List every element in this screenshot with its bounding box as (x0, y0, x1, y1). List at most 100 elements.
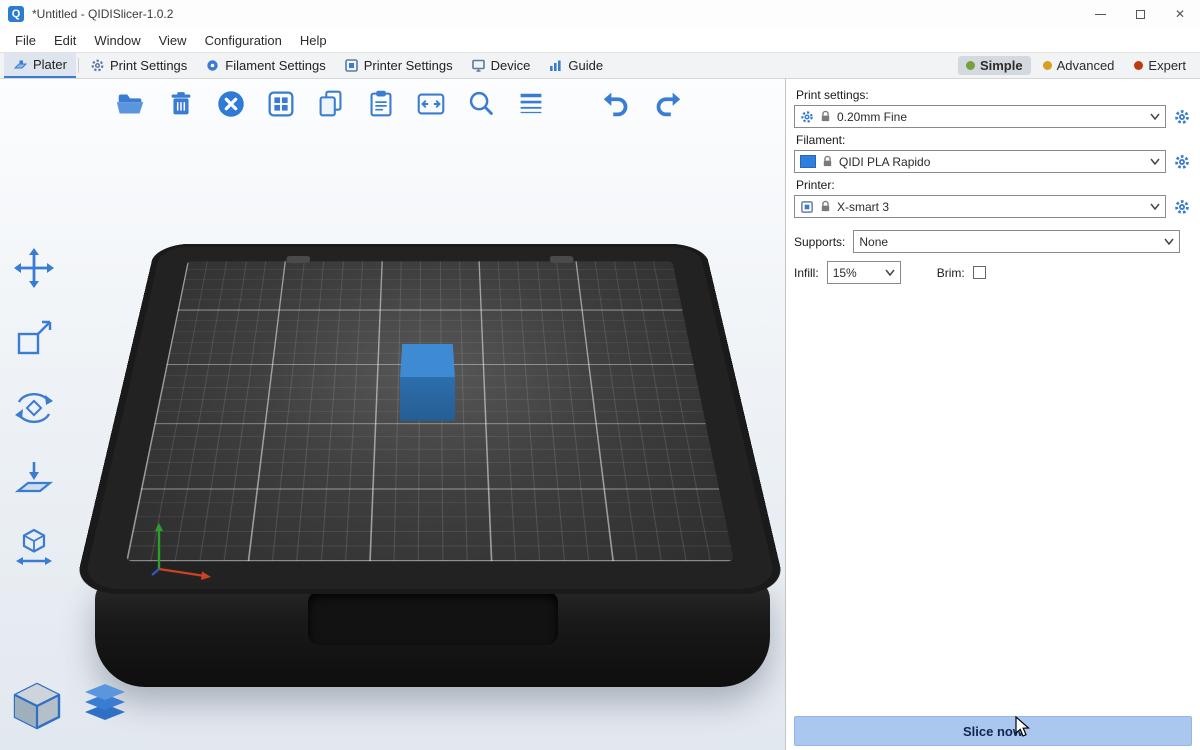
brim-label: Brim: (937, 266, 965, 280)
printer-icon (344, 58, 359, 73)
lock-icon (821, 155, 834, 168)
3d-viewport[interactable] (0, 79, 785, 750)
filament-row: QIDI PLA Rapido (794, 150, 1192, 173)
chevron-down-icon (885, 269, 895, 276)
tab-print-settings[interactable]: Print Settings (81, 53, 196, 78)
model-cube-top-face[interactable] (400, 344, 455, 378)
print-settings-combo[interactable]: 0.20mm Fine (794, 105, 1166, 128)
supports-combo[interactable]: None (853, 230, 1180, 253)
add-button[interactable] (112, 85, 150, 123)
mode-expert[interactable]: Expert (1126, 56, 1194, 75)
menu-configuration[interactable]: Configuration (196, 28, 291, 52)
cut-tool-button[interactable] (8, 524, 60, 572)
place-on-face-tool-button[interactable] (8, 454, 60, 502)
tab-filament-settings-label: Filament Settings (225, 58, 325, 73)
scale-tool-button[interactable] (8, 314, 60, 362)
top-toolbar (112, 85, 686, 123)
plate-clip-right (550, 256, 574, 263)
brim-checkbox[interactable] (973, 266, 986, 279)
maximize-button[interactable] (1120, 0, 1160, 28)
tab-plater[interactable]: Plater (4, 53, 76, 78)
arrange-button[interactable] (262, 85, 300, 123)
mode-advanced[interactable]: Advanced (1035, 56, 1123, 75)
editor-view-button[interactable] (8, 677, 66, 735)
copy-button[interactable] (312, 85, 350, 123)
chevron-down-icon (1150, 113, 1160, 120)
tab-device-label: Device (491, 58, 531, 73)
guide-icon (548, 58, 563, 73)
rotate-icon (12, 386, 56, 430)
edit-print-settings-button[interactable] (1172, 106, 1192, 128)
close-button[interactable]: ✕ (1160, 0, 1200, 28)
supports-value: None (859, 235, 888, 249)
redo-icon (650, 87, 684, 121)
tab-printer-settings[interactable]: Printer Settings (335, 53, 462, 78)
move-tool-button[interactable] (8, 244, 60, 292)
undo-icon (600, 87, 634, 121)
open-folder-icon (114, 87, 148, 121)
trash-icon (164, 87, 198, 121)
print-settings-label: Print settings: (796, 88, 1192, 102)
preview-view-button[interactable] (76, 677, 134, 735)
tab-guide-label: Guide (568, 58, 603, 73)
axis-gizmo-icon (145, 517, 223, 583)
place-on-face-icon (12, 456, 56, 500)
filament-value: QIDI PLA Rapido (839, 155, 930, 169)
menu-file[interactable]: File (6, 28, 45, 52)
menu-help[interactable]: Help (291, 28, 336, 52)
delete-all-button[interactable] (212, 85, 250, 123)
device-icon (471, 58, 486, 73)
gear-icon (90, 58, 105, 73)
tab-printer-settings-label: Printer Settings (364, 58, 453, 73)
printer-combo[interactable]: X-smart 3 (794, 195, 1166, 218)
filament-label: Filament: (796, 133, 1192, 147)
title-bar: Q *Untitled - QIDISlicer-1.0.2 ✕ (0, 0, 1200, 28)
printer-row: X-smart 3 (794, 195, 1192, 218)
lock-icon (819, 110, 832, 123)
slice-now-button[interactable]: Slice now (794, 716, 1192, 746)
tab-separator (78, 58, 79, 73)
minimize-button[interactable] (1080, 0, 1120, 28)
left-toolbar (8, 244, 60, 572)
redo-button[interactable] (648, 85, 686, 123)
copy-icon (314, 87, 348, 121)
edit-filament-button[interactable] (1172, 151, 1192, 173)
mode-simple[interactable]: Simple (958, 56, 1031, 75)
qidislicer-window: Q *Untitled - QIDISlicer-1.0.2 ✕ File Ed… (0, 0, 1200, 750)
plater-icon (13, 57, 28, 72)
rotate-tool-button[interactable] (8, 384, 60, 432)
delete-button[interactable] (162, 85, 200, 123)
search-button[interactable] (462, 85, 500, 123)
infill-combo[interactable]: 15% (827, 261, 901, 284)
edit-printer-button[interactable] (1172, 196, 1192, 218)
supports-row: Supports: None (794, 230, 1192, 253)
app-icon: Q (8, 6, 24, 22)
expert-mode-dot-icon (1134, 61, 1143, 70)
main-area: Print settings: 0.20mm Fine Filament: QI… (0, 79, 1200, 750)
menu-view[interactable]: View (150, 28, 196, 52)
split-icon (414, 87, 448, 121)
window-title: *Untitled - QIDISlicer-1.0.2 (32, 7, 173, 21)
filament-combo[interactable]: QIDI PLA Rapido (794, 150, 1166, 173)
variable-layer-height-button[interactable] (512, 85, 550, 123)
chevron-down-icon (1150, 158, 1160, 165)
printer-label: Printer: (796, 178, 1192, 192)
model-cube-front-face[interactable] (400, 377, 455, 421)
mode-expert-label: Expert (1148, 58, 1186, 73)
split-to-objects-button[interactable] (412, 85, 450, 123)
minimize-icon (1095, 14, 1106, 15)
tab-guide[interactable]: Guide (539, 53, 612, 78)
settings-sidebar: Print settings: 0.20mm Fine Filament: QI… (785, 79, 1200, 750)
print-settings-row: 0.20mm Fine (794, 105, 1192, 128)
undo-button[interactable] (598, 85, 636, 123)
tab-device[interactable]: Device (462, 53, 540, 78)
menu-bar: File Edit Window View Configuration Help (0, 28, 1200, 52)
menu-edit[interactable]: Edit (45, 28, 85, 52)
paste-button[interactable] (362, 85, 400, 123)
layers-icon (514, 87, 548, 121)
menu-window[interactable]: Window (85, 28, 149, 52)
delete-all-icon (214, 87, 248, 121)
tab-filament-settings[interactable]: Filament Settings (196, 53, 334, 78)
window-controls: ✕ (1080, 0, 1200, 28)
lock-icon (819, 200, 832, 213)
